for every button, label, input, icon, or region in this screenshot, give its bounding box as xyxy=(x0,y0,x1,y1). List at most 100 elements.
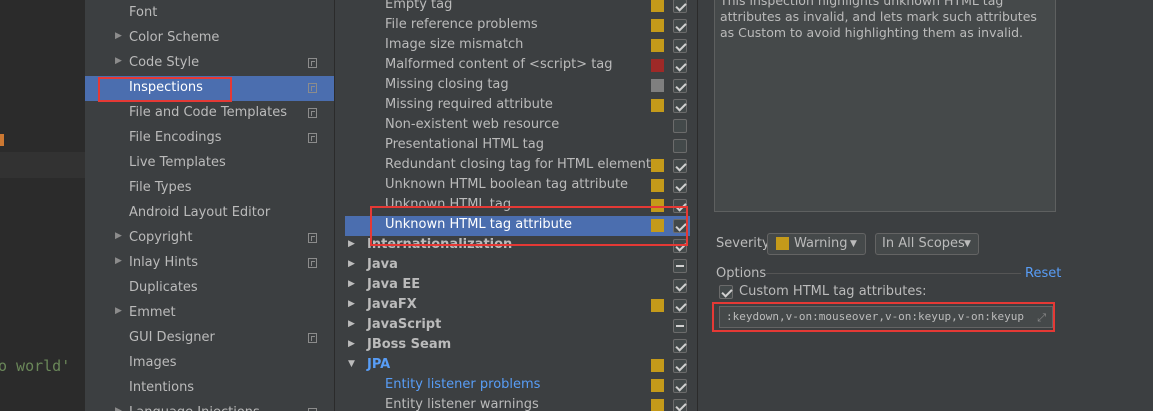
tree-item-label: Color Scheme xyxy=(129,30,220,45)
tree-item-label: File Encodings xyxy=(129,130,222,145)
expand-arrow-icon[interactable]: ▶ xyxy=(348,259,355,269)
warning-severity-icon xyxy=(651,39,664,52)
custom-attributes-checkbox[interactable] xyxy=(719,285,733,299)
project-settings-icon xyxy=(308,233,317,243)
tree-item-file-and-code-templates[interactable]: File and Code Templates xyxy=(85,101,334,126)
inspection-enable-checkbox[interactable] xyxy=(673,139,687,153)
inspection-enable-checkbox[interactable] xyxy=(673,79,687,93)
expand-arrow-icon[interactable]: ▶ xyxy=(115,231,122,241)
custom-attributes-field[interactable]: ⤢ xyxy=(719,306,1053,328)
inspection-enable-checkbox[interactable] xyxy=(673,299,687,313)
inspection-enable-checkbox[interactable] xyxy=(673,339,687,353)
inspection-row-presentational-html-tag[interactable]: Presentational HTML tag xyxy=(345,136,690,156)
inspection-label: Unknown HTML boolean tag attribute xyxy=(385,177,629,192)
tree-item-file-types[interactable]: File Types xyxy=(85,176,334,201)
inspection-row-entity-listener-warnings[interactable]: Entity listener warnings xyxy=(345,396,690,411)
tree-item-file-encodings[interactable]: File Encodings xyxy=(85,126,334,151)
inspection-row-unknown-html-boolean-tag-attribute[interactable]: Unknown HTML boolean tag attribute xyxy=(345,176,690,196)
tree-item-label: File Types xyxy=(129,180,192,195)
inspection-label: JavaScript xyxy=(367,317,442,332)
inspection-row-redundant-closing-tag-for-html-element[interactable]: Redundant closing tag for HTML element xyxy=(345,156,690,176)
tree-item-live-templates[interactable]: Live Templates xyxy=(85,151,334,176)
inspection-enable-checkbox[interactable] xyxy=(673,239,687,253)
inspection-row-malformed-content-of-script-tag[interactable]: Malformed content of <script> tag xyxy=(345,56,690,76)
inspection-row-non-existent-web-resource[interactable]: Non-existent web resource xyxy=(345,116,690,136)
severity-combo[interactable]: Warning ▼ xyxy=(767,233,866,255)
inspection-enable-checkbox[interactable] xyxy=(673,399,687,411)
inspection-label: Java xyxy=(367,257,398,272)
warning-severity-icon xyxy=(651,199,664,212)
tree-item-font[interactable]: Font xyxy=(85,1,334,26)
inspection-row-internationalization[interactable]: ▶ Internationalization xyxy=(345,236,690,256)
tree-item-language-injections[interactable]: ▶ Language Injections xyxy=(85,401,334,411)
tree-item-gui-designer[interactable]: GUI Designer xyxy=(85,326,334,351)
inspection-row-image-size-mismatch[interactable]: Image size mismatch xyxy=(345,36,690,56)
inspection-row-unknown-html-tag[interactable]: Unknown HTML tag xyxy=(345,196,690,216)
inspection-row-missing-closing-tag[interactable]: Missing closing tag xyxy=(345,76,690,96)
warning-severity-icon xyxy=(651,379,664,392)
inspection-label: File reference problems xyxy=(385,17,538,32)
inspection-row-unknown-html-tag-attribute[interactable]: Unknown HTML tag attribute xyxy=(345,216,690,236)
inspection-enable-checkbox[interactable] xyxy=(673,99,687,113)
inspection-enable-checkbox[interactable] xyxy=(673,19,687,33)
inspection-row-java-ee[interactable]: ▶ Java EE xyxy=(345,276,690,296)
inspection-row-jboss-seam[interactable]: ▶ JBoss Seam xyxy=(345,336,690,356)
inspection-enable-checkbox[interactable] xyxy=(673,0,687,13)
inspection-row-jpa[interactable]: ▼ JPA xyxy=(345,356,690,376)
tree-item-copyright[interactable]: ▶ Copyright xyxy=(85,226,334,251)
expand-arrow-icon[interactable]: ▶ xyxy=(348,319,355,329)
expand-arrow-icon[interactable]: ▶ xyxy=(115,56,122,66)
settings-tree[interactable]: Font ▶ Color Scheme ▶ Code Style Inspections F… xyxy=(85,0,334,411)
tree-item-label: File and Code Templates xyxy=(129,105,287,120)
inspection-enable-checkbox[interactable] xyxy=(673,199,687,213)
inspection-enable-checkbox[interactable] xyxy=(673,379,687,393)
tree-item-inlay-hints[interactable]: ▶ Inlay Hints xyxy=(85,251,334,276)
collapse-arrow-icon[interactable]: ▼ xyxy=(348,359,355,369)
inspection-enable-checkbox[interactable] xyxy=(673,39,687,53)
custom-attributes-input[interactable] xyxy=(726,310,1026,323)
inspection-row-java[interactable]: ▶ Java xyxy=(345,256,690,276)
inspection-enable-checkbox[interactable] xyxy=(673,179,687,193)
tree-item-images[interactable]: Images xyxy=(85,351,334,376)
tree-item-emmet[interactable]: ▶ Emmet xyxy=(85,301,334,326)
expand-arrow-icon[interactable]: ▶ xyxy=(348,299,355,309)
inspection-row-empty-tag[interactable]: Empty tag xyxy=(345,0,690,16)
inspection-enable-checkbox[interactable] xyxy=(673,279,687,293)
tree-item-android-layout-editor[interactable]: Android Layout Editor xyxy=(85,201,334,226)
panel-divider[interactable] xyxy=(334,0,345,411)
expand-arrow-icon[interactable]: ▶ xyxy=(115,256,122,266)
expand-arrow-icon[interactable]: ▶ xyxy=(115,306,122,316)
scope-combo[interactable]: In All Scopes ▼ xyxy=(875,233,979,255)
warning-severity-icon xyxy=(651,359,664,372)
tree-item-code-style[interactable]: ▶ Code Style xyxy=(85,51,334,76)
expand-arrow-icon[interactable]: ▶ xyxy=(348,239,355,249)
expand-arrow-icon[interactable]: ▶ xyxy=(115,406,122,411)
inspection-enable-checkbox[interactable] xyxy=(673,119,687,133)
inspection-enable-checkbox[interactable] xyxy=(673,159,687,173)
inspection-label: JBoss Seam xyxy=(367,337,452,352)
tree-item-intentions[interactable]: Intentions xyxy=(85,376,334,401)
inspection-enable-checkbox[interactable] xyxy=(673,359,687,373)
tree-item-duplicates[interactable]: Duplicates xyxy=(85,276,334,301)
inspection-enable-checkbox[interactable] xyxy=(673,319,687,333)
tree-item-inspections[interactable]: Inspections xyxy=(85,76,334,101)
inspection-label: Java EE xyxy=(367,277,421,292)
expand-arrow-icon[interactable]: ▶ xyxy=(348,339,355,349)
inspection-row-javascript[interactable]: ▶ JavaScript xyxy=(345,316,690,336)
tree-item-label: Images xyxy=(129,355,177,370)
reset-link[interactable]: Reset xyxy=(1025,266,1061,281)
expand-icon[interactable]: ⤢ xyxy=(1037,311,1046,325)
inspection-row-entity-listener-problems[interactable]: Entity listener problems xyxy=(345,376,690,396)
expand-arrow-icon[interactable]: ▶ xyxy=(348,279,355,289)
inspection-row-missing-required-attribute[interactable]: Missing required attribute xyxy=(345,96,690,116)
expand-arrow-icon[interactable]: ▶ xyxy=(115,31,122,41)
inspection-enable-checkbox[interactable] xyxy=(673,219,687,233)
inspections-list[interactable]: Empty tag File reference problems Image si… xyxy=(345,0,697,411)
tree-item-label: Duplicates xyxy=(129,280,198,295)
inspection-enable-checkbox[interactable] xyxy=(673,59,687,73)
inspection-row-file-reference-problems[interactable]: File reference problems xyxy=(345,16,690,36)
inspection-enable-checkbox[interactable] xyxy=(673,259,687,273)
inspection-row-javafx[interactable]: ▶ JavaFX xyxy=(345,296,690,316)
tree-item-color-scheme[interactable]: ▶ Color Scheme xyxy=(85,26,334,51)
inspection-label: Non-existent web resource xyxy=(385,117,560,132)
